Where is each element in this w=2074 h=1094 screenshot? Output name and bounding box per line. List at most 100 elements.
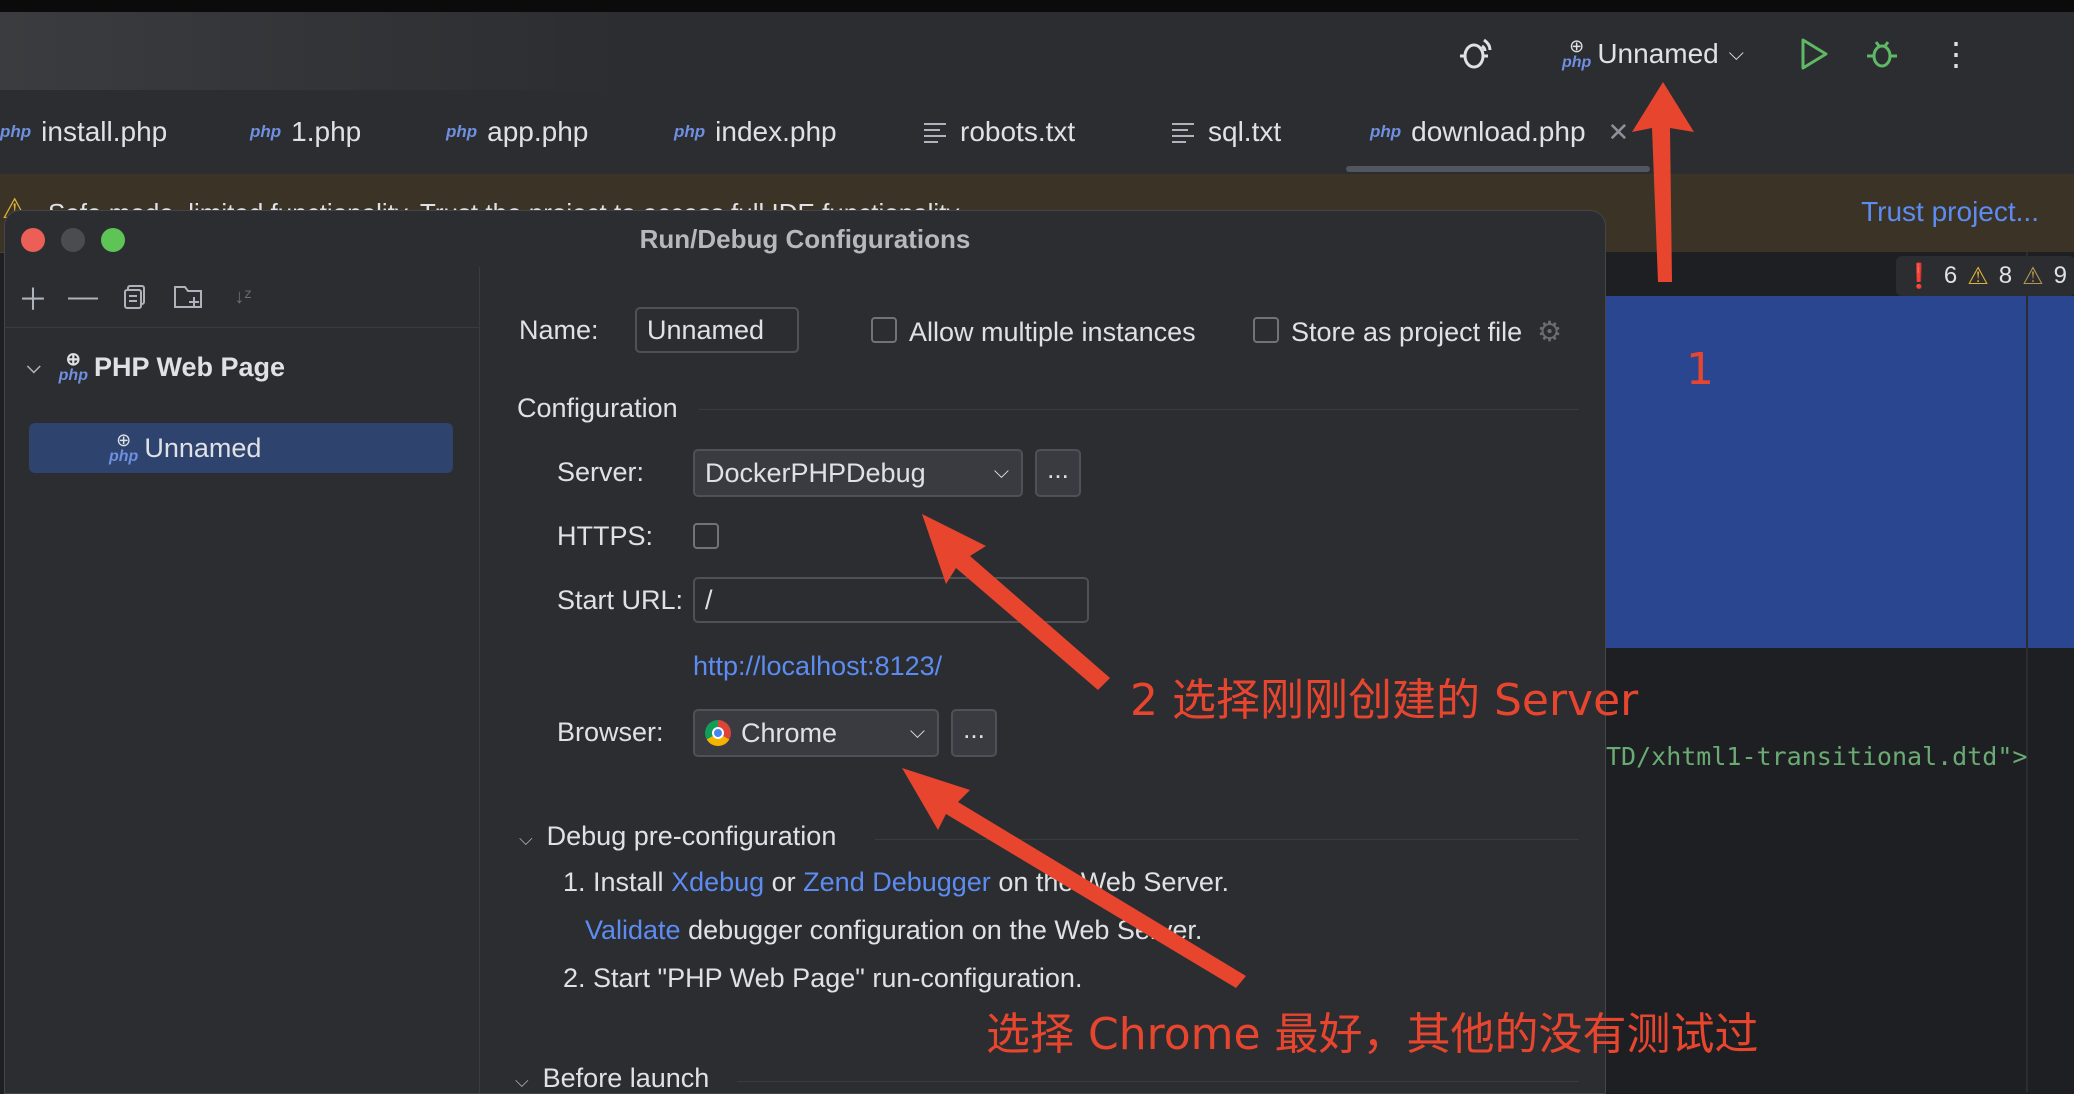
- close-icon[interactable]: ✕: [1608, 117, 1630, 148]
- step-text: on the Web Server.: [990, 867, 1229, 897]
- warning-count: 8: [1998, 262, 2013, 289]
- annotation-1: 1: [1686, 344, 1714, 395]
- zend-debugger-link[interactable]: Zend Debugger: [803, 867, 991, 897]
- server-label: Server:: [557, 457, 645, 487]
- browser-label: Browser:: [557, 717, 664, 747]
- chevron-down-icon: ⌵: [993, 461, 1009, 483]
- new-folder-icon[interactable]: [173, 281, 205, 313]
- tab-label: sql.txt: [1208, 116, 1282, 147]
- trust-project-link[interactable]: Trust project...: [1861, 196, 2039, 228]
- php-icon: ⊕ php: [58, 349, 88, 384]
- chrome-icon: [705, 720, 731, 746]
- debug-listen-icon[interactable]: [1456, 24, 1496, 84]
- weak-warning-icon: ⚠: [2022, 262, 2044, 290]
- configuration-heading: Configuration: [517, 393, 678, 423]
- tab-robots-txt[interactable]: robots.txt: [924, 90, 1075, 174]
- warning-icon: ⚠: [1967, 262, 1989, 290]
- browser-browse-button[interactable]: ...: [951, 709, 997, 757]
- tree-node-label: Unnamed: [144, 432, 262, 463]
- run-config-selector[interactable]: ⊕ php Unnamed ⌵: [1562, 24, 1744, 84]
- tab-index-php[interactable]: php index.php: [674, 90, 837, 174]
- error-icon: ❗: [1904, 262, 1934, 290]
- tab-sql-txt[interactable]: sql.txt: [1172, 90, 1281, 174]
- chevron-down-icon: ⌵: [1728, 42, 1744, 65]
- debug-preconfig-toggle[interactable]: ⌵ Debug pre-configuration: [519, 821, 836, 852]
- php-file-icon: php: [1370, 122, 1402, 141]
- php-file-icon: php: [250, 122, 282, 141]
- dialog-title: Run/Debug Configurations: [639, 223, 971, 254]
- validate-link[interactable]: Validate: [585, 915, 681, 945]
- chevron-down-icon: ⌵: [909, 721, 925, 743]
- section-divider: [699, 409, 1579, 410]
- start-url-field[interactable]: /: [693, 577, 1089, 623]
- before-launch-toggle[interactable]: ⌵ Before launch: [515, 1063, 710, 1093]
- inspection-widget[interactable]: ❗ 6 ⚠ 8 ⚠ 9: [1896, 256, 2074, 296]
- tab-label: app.php: [487, 116, 589, 147]
- debug-icon[interactable]: [1864, 24, 1900, 84]
- https-checkbox[interactable]: [693, 523, 719, 549]
- text-file-icon: [1172, 123, 1194, 143]
- code-string: TD/xhtml1-transitional.dtd">: [1606, 742, 2028, 771]
- server-browse-button[interactable]: ...: [1035, 449, 1081, 497]
- tab-app-php[interactable]: php app.php: [446, 90, 588, 174]
- active-tab-indicator: [1346, 166, 1650, 172]
- store-project-checkbox[interactable]: [1253, 317, 1279, 343]
- weak-warning-count: 9: [2053, 262, 2067, 289]
- section-divider: [737, 1081, 1579, 1082]
- chevron-down-icon: ⌵: [27, 356, 41, 377]
- tree-node-unnamed[interactable]: ⊕ php Unnamed: [109, 427, 261, 469]
- run-icon[interactable]: [1798, 24, 1830, 84]
- resolved-url-link[interactable]: http://localhost:8123/: [693, 651, 942, 682]
- allow-multiple-checkbox[interactable]: [871, 317, 897, 343]
- run-debug-dialog: Run/Debug Configurations ＋ — ↓ᶻ ⌵ ⊕ php P…: [4, 210, 1606, 1094]
- debug-step-validate: Validate debugger configuration on the W…: [585, 915, 1202, 946]
- chevron-down-icon: ⌵: [519, 829, 533, 849]
- editor-selection-highlight: [1600, 296, 2074, 648]
- more-icon[interactable]: ⋮: [1940, 24, 1972, 84]
- debug-preconfig-label: Debug pre-configuration: [546, 821, 837, 851]
- code-line: TD/xhtml1-transitional.dtd">: [1606, 742, 2027, 771]
- tree-node-php-web-page[interactable]: ⌵ ⊕ php PHP Web Page: [27, 347, 285, 387]
- php-file-icon: php: [446, 122, 478, 141]
- php-icon: ⊕ php: [1562, 36, 1592, 71]
- error-count: 6: [1943, 262, 1958, 289]
- step-text: 1. Install: [563, 867, 672, 897]
- browser-select[interactable]: Chrome ⌵: [693, 709, 939, 757]
- tab-label: download.php: [1411, 116, 1586, 147]
- step-text: debugger configuration on the Web Server…: [680, 915, 1203, 945]
- xdebug-link[interactable]: Xdebug: [671, 867, 764, 897]
- editor-tabs: php install.php php 1.php php app.php php in…: [0, 90, 2074, 175]
- start-url-label: Start URL:: [557, 585, 684, 615]
- debug-step-2: 2. Start "PHP Web Page" run-configuratio…: [563, 963, 1083, 993]
- tab-label: index.php: [715, 116, 837, 147]
- before-launch-label: Before launch: [542, 1063, 710, 1093]
- tree-node-label: PHP Web Page: [93, 351, 286, 382]
- config-tree-pane: ＋ — ↓ᶻ ⌵ ⊕ php PHP Web Page ⊕ php Unnamed: [5, 267, 480, 1093]
- tree-toolbar: ＋ — ↓ᶻ: [5, 267, 479, 328]
- tab-install-php[interactable]: php install.php: [0, 90, 167, 174]
- tab-download-php[interactable]: php download.php ✕: [1370, 90, 1629, 174]
- name-field[interactable]: Unnamed: [635, 307, 799, 353]
- name-label: Name:: [519, 315, 599, 345]
- right-margin-guide: [2026, 252, 2028, 1092]
- annotation-3: 选择 Chrome 最好，其他的没有测试过: [986, 1009, 1759, 1060]
- chevron-down-icon: ⌵: [515, 1071, 529, 1091]
- server-select[interactable]: DockerPHPDebug ⌵: [693, 449, 1023, 497]
- sort-icon[interactable]: ↓ᶻ: [227, 281, 259, 313]
- php-file-icon: php: [674, 122, 706, 141]
- annotation-2: 2 选择刚刚创建的 Server: [1130, 675, 1639, 726]
- debug-step-1: 1. Install Xdebug or Zend Debugger on th…: [563, 867, 1229, 898]
- store-project-label: Store as project file: [1291, 317, 1523, 347]
- tab-1-php[interactable]: php 1.php: [250, 90, 361, 174]
- server-value: DockerPHPDebug: [705, 457, 926, 488]
- text-file-icon: [924, 123, 946, 143]
- remove-icon[interactable]: —: [67, 280, 99, 313]
- copy-icon[interactable]: [119, 281, 151, 313]
- tab-label: robots.txt: [960, 116, 1076, 147]
- section-divider: [875, 839, 1579, 840]
- gear-icon[interactable]: ⚙: [1537, 315, 1562, 348]
- allow-multiple-label: Allow multiple instances: [909, 317, 1196, 347]
- main-toolbar: ⊕ php Unnamed ⌵ ⋮: [0, 0, 2074, 90]
- php-icon: ⊕ php: [109, 430, 139, 465]
- add-icon[interactable]: ＋: [17, 281, 49, 317]
